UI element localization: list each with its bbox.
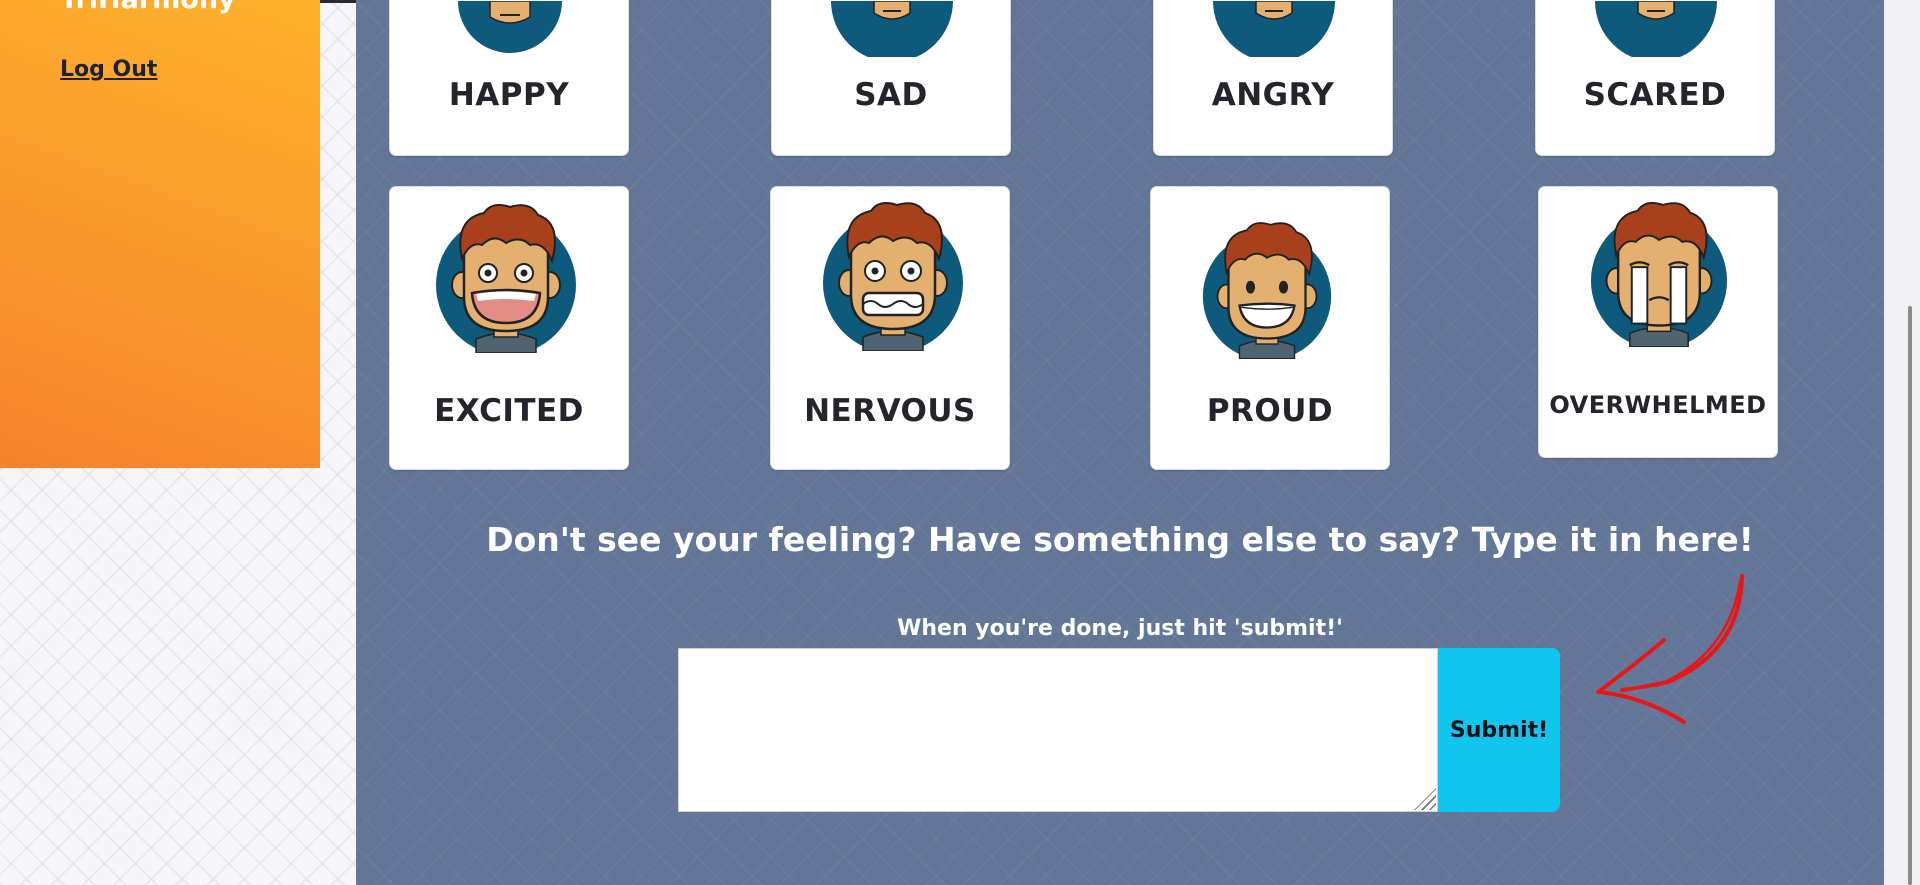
red-curved-arrow-icon bbox=[1596, 574, 1744, 724]
sad-face-icon bbox=[831, 1, 953, 57]
emotion-card-sad[interactable]: SAD bbox=[771, 0, 1011, 156]
emotion-card-angry[interactable]: ANGRY bbox=[1153, 0, 1393, 156]
emotion-card-proud[interactable]: PROUD bbox=[1150, 186, 1390, 470]
angry-face-icon bbox=[1213, 1, 1335, 57]
scrollbar-thumb[interactable] bbox=[1908, 306, 1912, 885]
submit-button[interactable]: Submit! bbox=[1438, 648, 1560, 812]
emotion-card-excited[interactable]: EXCITED bbox=[389, 186, 629, 470]
emotion-label-nervous: NERVOUS bbox=[804, 393, 976, 429]
overwhelmed-face-icon bbox=[1590, 202, 1728, 347]
emotion-card-scared[interactable]: SCARED bbox=[1535, 0, 1775, 156]
feeling-textarea[interactable] bbox=[678, 648, 1438, 812]
emotion-card-happy[interactable]: HAPPY bbox=[389, 0, 629, 156]
emotion-label-scared: SCARED bbox=[1583, 77, 1727, 113]
emotion-label-excited: EXCITED bbox=[434, 393, 584, 429]
emotion-card-overwhelmed[interactable]: OVERWHELMED bbox=[1538, 186, 1778, 458]
logout-link[interactable]: Log Out bbox=[60, 57, 157, 82]
main-panel: HAPPY SAD ANGRY SCARED EXCITED NERVOUS P… bbox=[356, 0, 1884, 885]
emotion-card-nervous[interactable]: NERVOUS bbox=[770, 186, 1010, 470]
scared-face-icon bbox=[1595, 1, 1717, 57]
emotion-label-happy: HAPPY bbox=[448, 77, 570, 113]
emotion-label-angry: ANGRY bbox=[1211, 77, 1335, 113]
scrollbar-track[interactable] bbox=[1884, 0, 1920, 885]
nervous-face-icon bbox=[823, 202, 963, 351]
emotion-label-proud: PROUD bbox=[1206, 393, 1334, 429]
emotion-label-overwhelmed: OVERWHELMED bbox=[1549, 391, 1767, 419]
sidebar: TriHarmony Log Out bbox=[0, 0, 320, 468]
brand-title: TriHarmony bbox=[60, 0, 236, 15]
free-text-prompt: Don't see your feeling? Have something e… bbox=[486, 520, 1754, 559]
excited-face-icon bbox=[436, 204, 576, 353]
happy-face-icon bbox=[458, 1, 562, 53]
emotion-label-sad: SAD bbox=[854, 77, 928, 113]
proud-face-icon bbox=[1202, 222, 1332, 359]
